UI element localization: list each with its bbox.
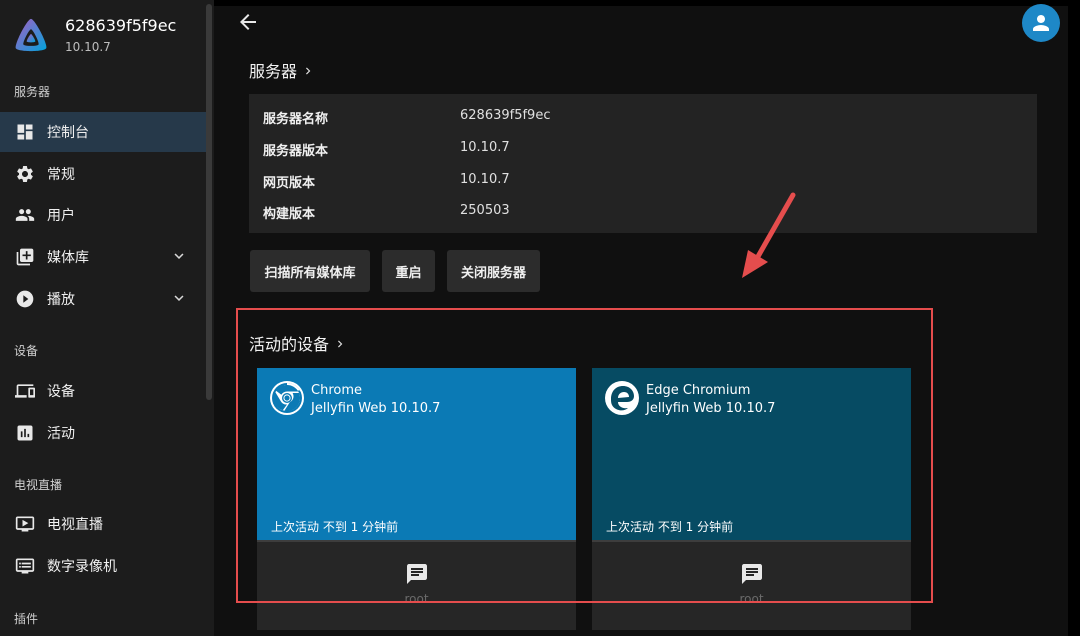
scan-all-libraries-button[interactable]: 扫描所有媒体库: [250, 250, 370, 292]
annotation-highlight-box: [236, 308, 933, 603]
sidebar-item-label: 电视直播: [47, 517, 103, 533]
info-value: 250503: [460, 203, 510, 218]
annotation-arrow-icon: [742, 192, 796, 278]
sidebar-item-livetv[interactable]: 电视直播: [0, 504, 206, 544]
sidebar-item-libraries[interactable]: 媒体库: [0, 237, 206, 277]
sidebar-item-dvr[interactable]: 数字录像机: [0, 546, 206, 586]
user-avatar-button[interactable]: [1022, 4, 1060, 42]
live-tv-icon: [15, 514, 35, 534]
info-key: 服务器版本: [263, 144, 329, 159]
info-value: 628639f5f9ec: [460, 108, 551, 123]
dvr-icon: [15, 556, 35, 576]
activity-chart-icon: [15, 423, 35, 443]
devices-icon: [15, 381, 35, 401]
restart-button[interactable]: 重启: [382, 250, 435, 292]
library-add-icon: [15, 247, 35, 267]
sidebar-item-devices[interactable]: 设备: [0, 371, 206, 411]
sidebar-item-label: 媒体库: [47, 250, 89, 266]
user-avatar-icon: [1033, 15, 1049, 31]
sidebar-section-server: 服务器: [14, 85, 51, 99]
info-key: 网页版本: [263, 176, 316, 191]
chevron-right-icon: [301, 63, 315, 77]
sidebar: 628639f5f9ec 10.10.7 服务器 控制台 常规 用户 媒体库 播…: [0, 0, 214, 636]
sidebar-section-devices: 设备: [14, 344, 39, 358]
sidebar-item-dashboard[interactable]: 控制台: [0, 112, 206, 152]
sidebar-item-label: 用户: [47, 208, 75, 224]
info-value: 10.10.7: [460, 172, 510, 187]
sidebar-item-users[interactable]: 用户: [0, 195, 206, 235]
sidebar-item-activity[interactable]: 活动: [0, 413, 206, 453]
play-circle-icon: [15, 289, 35, 309]
sidebar-item-general[interactable]: 常规: [0, 154, 206, 194]
shutdown-button[interactable]: 关闭服务器: [447, 250, 540, 292]
sidebar-item-label: 活动: [47, 426, 75, 442]
sidebar-section-livetv: 电视直播: [14, 478, 63, 492]
sidebar-item-label: 控制台: [47, 125, 89, 141]
server-name: 628639f5f9ec: [65, 16, 177, 35]
gear-icon: [15, 164, 35, 184]
sidebar-item-label: 设备: [47, 384, 75, 400]
info-value: 10.10.7: [460, 140, 510, 155]
info-key: 构建版本: [263, 207, 316, 222]
jellyfin-logo-icon: [15, 18, 47, 52]
server-section-title-text: 服务器: [249, 62, 298, 81]
chevron-down-icon[interactable]: [170, 289, 188, 307]
chevron-down-icon[interactable]: [170, 247, 188, 265]
server-section-title[interactable]: 服务器: [249, 58, 315, 82]
server-version: 10.10.7: [65, 40, 111, 54]
sidebar-item-playback[interactable]: 播放: [0, 279, 206, 319]
sidebar-scrollbar[interactable]: [206, 4, 212, 400]
back-button[interactable]: [236, 10, 260, 34]
sidebar-item-label: 播放: [47, 292, 75, 308]
brand[interactable]: 628639f5f9ec 10.10.7: [12, 14, 202, 60]
dashboard-icon: [15, 122, 35, 142]
users-icon: [15, 205, 35, 225]
server-info-panel: 服务器名称 628639f5f9ec 服务器版本 10.10.7 网页版本 10…: [249, 94, 1037, 233]
info-key: 服务器名称: [263, 112, 329, 127]
sidebar-item-label: 数字录像机: [47, 559, 117, 575]
sidebar-item-label: 常规: [47, 167, 75, 183]
arrow-back-icon: [240, 14, 256, 30]
sidebar-section-plugins: 插件: [14, 612, 39, 626]
window-right-edge: [1068, 0, 1080, 636]
